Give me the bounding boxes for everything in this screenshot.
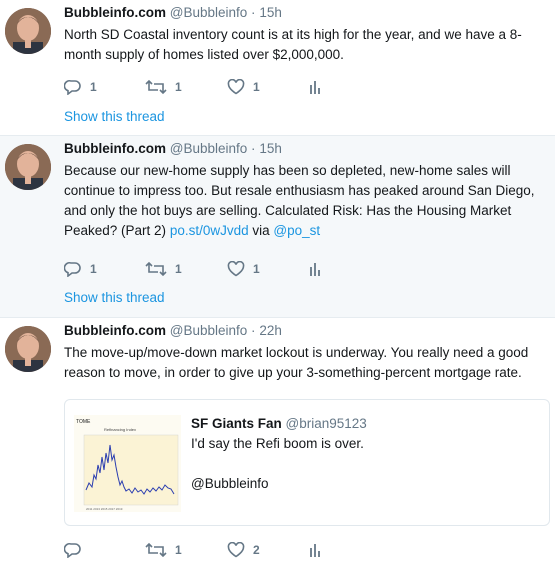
- tweet-header: Bubbleinfo.com @Bubbleinfo · 15h: [64, 4, 549, 22]
- like-count: 1: [253, 80, 260, 94]
- tweet-link[interactable]: po.st/0wJvdd: [170, 223, 249, 238]
- analytics-icon: [310, 81, 320, 94]
- reply-count: 1: [90, 80, 97, 94]
- timestamp[interactable]: 22h: [259, 323, 282, 338]
- reply-icon: [64, 261, 81, 277]
- heart-icon: [227, 79, 245, 95]
- timestamp[interactable]: 15h: [259, 5, 282, 20]
- retweet-button[interactable]: 1: [145, 261, 182, 277]
- svg-text:2011 2013 2015 2017 2019: 2011 2013 2015 2017 2019: [86, 507, 123, 511]
- quoted-tweet-header: SF Giants Fan @brian95123: [191, 414, 543, 434]
- tweet-actions: 1 1 1: [64, 79, 364, 99]
- retweet-icon: [145, 79, 167, 95]
- retweet-button[interactable]: 1: [145, 79, 182, 95]
- like-count: 2: [253, 543, 260, 557]
- refi-chart-thumbnail: TOME Refinancing Index 2011 2013 2015 20…: [74, 415, 181, 512]
- author-handle[interactable]: @Bubbleinfo: [170, 141, 248, 156]
- heart-icon: [227, 542, 245, 558]
- retweet-count: 1: [175, 262, 182, 276]
- retweet-icon: [145, 261, 167, 277]
- tweet-header: Bubbleinfo.com @Bubbleinfo · 15h: [64, 140, 549, 158]
- analytics-button[interactable]: [309, 261, 321, 277]
- reply-icon: [64, 542, 81, 558]
- tweet-text: North SD Coastal inventory count is at i…: [64, 27, 522, 62]
- retweet-icon: [145, 542, 167, 558]
- reply-button[interactable]: 1: [64, 261, 97, 277]
- tweet-actions: 1 2: [64, 542, 364, 562]
- show-thread-link[interactable]: Show this thread: [64, 290, 165, 305]
- tweet[interactable]: Bubbleinfo.com @Bubbleinfo · 15h North S…: [0, 0, 555, 136]
- tweet-text: Because our new-home supply has been so …: [64, 161, 549, 241]
- quoted-tweet-content: SF Giants Fan @brian95123 I'd say the Re…: [191, 414, 543, 494]
- reply-icon: [64, 79, 81, 95]
- separator-dot: ·: [251, 323, 256, 338]
- author-handle[interactable]: @Bubbleinfo: [170, 5, 248, 20]
- show-thread-link[interactable]: Show this thread: [64, 109, 165, 124]
- mention-link[interactable]: @po_st: [273, 223, 320, 238]
- svg-text:TOME: TOME: [76, 419, 91, 425]
- like-button[interactable]: 1: [227, 261, 260, 277]
- tweet[interactable]: Bubbleinfo.com @Bubbleinfo · 15h Because…: [0, 136, 555, 318]
- quoted-tweet-image[interactable]: TOME Refinancing Index 2011 2013 2015 20…: [74, 415, 181, 512]
- reply-count: 1: [90, 262, 97, 276]
- quoted-author-name[interactable]: SF Giants Fan: [191, 416, 282, 431]
- separator-dot: ·: [251, 5, 256, 20]
- tweet-text-via: via: [248, 223, 274, 238]
- retweet-count: 1: [175, 543, 182, 557]
- quoted-tweet-mention[interactable]: @Bubbleinfo: [191, 474, 543, 494]
- timestamp[interactable]: 15h: [259, 141, 282, 156]
- quoted-author-handle[interactable]: @brian95123: [286, 416, 367, 431]
- author-name[interactable]: Bubbleinfo.com: [64, 5, 166, 20]
- author-name[interactable]: Bubbleinfo.com: [64, 323, 166, 338]
- reply-button[interactable]: 1: [64, 79, 97, 95]
- analytics-button[interactable]: [309, 542, 321, 558]
- retweet-button[interactable]: 1: [145, 542, 182, 558]
- avatar[interactable]: [5, 326, 51, 372]
- analytics-icon: [310, 544, 320, 557]
- tweet-header: Bubbleinfo.com @Bubbleinfo · 22h: [64, 322, 549, 340]
- avatar[interactable]: [5, 144, 51, 190]
- retweet-count: 1: [175, 80, 182, 94]
- separator-dot: ·: [251, 141, 256, 156]
- like-count: 1: [253, 262, 260, 276]
- author-handle[interactable]: @Bubbleinfo: [170, 323, 248, 338]
- analytics-button[interactable]: [309, 79, 321, 95]
- heart-icon: [227, 261, 245, 277]
- quoted-tweet-text: I'd say the Refi boom is over.: [191, 436, 364, 451]
- analytics-icon: [310, 263, 320, 276]
- like-button[interactable]: 1: [227, 79, 260, 95]
- quoted-tweet-card[interactable]: TOME Refinancing Index 2011 2013 2015 20…: [64, 399, 550, 526]
- tweet-actions: 1 1 1: [64, 261, 364, 281]
- tweet-text: The move-up/move-down market lockout is …: [64, 345, 529, 380]
- chart-title: Refinancing Index: [104, 427, 136, 432]
- avatar[interactable]: [5, 8, 51, 54]
- author-name[interactable]: Bubbleinfo.com: [64, 141, 166, 156]
- like-button[interactable]: 2: [227, 542, 260, 558]
- reply-button[interactable]: [64, 542, 90, 558]
